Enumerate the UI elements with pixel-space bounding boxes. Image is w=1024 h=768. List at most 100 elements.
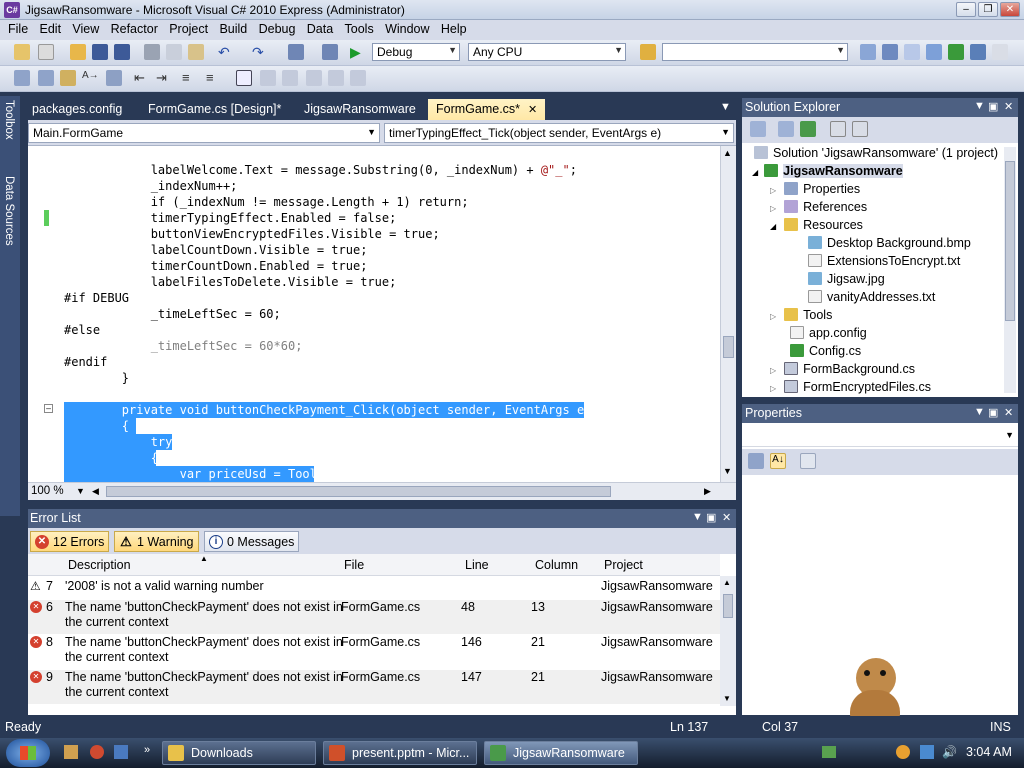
tab-packages-config[interactable]: packages.config	[24, 99, 130, 120]
pin-icon[interactable]: ▣	[988, 406, 998, 419]
warnings-filter-button[interactable]: ⚠ 1 Warning	[114, 531, 199, 552]
parameter-info-icon[interactable]	[38, 70, 54, 86]
tree-item-file[interactable]: ▷ FormBackground.cs	[770, 361, 915, 379]
taskbar-clock[interactable]: 3:04 AM	[966, 745, 1012, 759]
close-icon[interactable]: ✕	[722, 511, 731, 524]
scroll-down-icon[interactable]: ▼	[723, 694, 731, 703]
collapsed-arrow-icon[interactable]: ▷	[770, 204, 776, 213]
column-header-project[interactable]: Project	[604, 558, 643, 572]
tree-item-file[interactable]: Jigsaw.jpg	[808, 271, 885, 287]
cut-icon[interactable]	[144, 44, 160, 60]
tray-search-icon[interactable]	[896, 745, 910, 759]
tree-item-file[interactable]: vanityAddresses.txt	[808, 289, 935, 305]
tree-item-file[interactable]: Desktop Background.bmp	[808, 235, 971, 251]
next-bookmark-icon[interactable]	[282, 70, 298, 86]
extension-manager-icon[interactable]	[970, 44, 986, 60]
add-item-icon[interactable]	[38, 44, 54, 60]
tree-scrollbar[interactable]	[1004, 147, 1016, 393]
complete-word-icon[interactable]: A→	[82, 70, 99, 86]
save-all-icon[interactable]	[114, 44, 130, 60]
horizontal-scroll-thumb[interactable]	[106, 486, 611, 497]
comment-out-icon[interactable]: ≡	[182, 70, 198, 86]
find-in-files-icon[interactable]	[640, 44, 656, 60]
tree-item-file[interactable]: Config.cs	[790, 343, 861, 359]
restore-button[interactable]: ❐	[978, 2, 998, 17]
menu-data[interactable]: Data	[307, 20, 333, 36]
object-browser-icon[interactable]	[904, 44, 920, 60]
panel-menu-icon[interactable]: ▼	[974, 100, 985, 112]
paste-icon[interactable]	[188, 44, 204, 60]
chevron-down-icon[interactable]: ▼	[76, 486, 85, 496]
menu-debug[interactable]: Debug	[259, 20, 296, 36]
column-header-column[interactable]: Column	[535, 558, 578, 572]
member-dropdown[interactable]: timerTypingEffect_Tick(object sender, Ev…	[384, 123, 734, 143]
scroll-thumb[interactable]	[723, 336, 734, 358]
tray-volume-icon[interactable]: 🔊	[942, 745, 957, 759]
tab-formgame-design[interactable]: FormGame.cs [Design]*	[140, 99, 289, 120]
previous-bookmark-folder-icon[interactable]	[306, 70, 322, 86]
scroll-down-icon[interactable]: ▼	[723, 466, 732, 476]
taskbar-item-visual-studio[interactable]: JigsawRansomware ...	[484, 741, 638, 768]
tree-item-references[interactable]: ▷ References	[770, 199, 867, 217]
decrease-indent-icon[interactable]: ⇤	[134, 70, 150, 86]
menu-file[interactable]: File	[8, 20, 28, 36]
browser-quicklaunch-icon[interactable]	[90, 745, 104, 759]
object-selector[interactable]: ▼	[742, 425, 1018, 447]
categorized-icon[interactable]	[748, 453, 764, 469]
solution-explorer-icon[interactable]	[860, 44, 876, 60]
properties-window-icon[interactable]	[882, 44, 898, 60]
column-header-description[interactable]: Description	[68, 558, 131, 572]
errors-filter-button[interactable]: ✕ 12 Errors	[30, 531, 110, 552]
tray-app-icon[interactable]	[822, 746, 836, 758]
menu-tools[interactable]: Tools	[345, 20, 374, 36]
tree-item-solution[interactable]: Solution 'JigsawRansomware' (1 project)	[754, 145, 998, 161]
messages-filter-button[interactable]: i 0 Messages	[204, 531, 300, 552]
toolbox-tab[interactable]: Toolbox	[3, 100, 15, 140]
toolbox-icon[interactable]	[926, 44, 942, 60]
scroll-left-icon[interactable]: ◀	[92, 486, 99, 497]
close-icon[interactable]: ✕	[1004, 406, 1013, 419]
open-icon[interactable]	[70, 44, 86, 60]
show-all-files-icon[interactable]	[778, 121, 794, 137]
toggle-bookmark-icon[interactable]	[106, 70, 122, 86]
explorer-quicklaunch-icon[interactable]	[64, 745, 78, 759]
column-header-line[interactable]: Line	[465, 558, 489, 572]
redo-icon[interactable]: ↷	[252, 44, 268, 60]
tab-overflow-icon[interactable]: ▼	[720, 101, 731, 113]
tree-item-file[interactable]: app.config	[790, 325, 867, 341]
options-icon[interactable]	[992, 44, 1008, 60]
start-page-icon[interactable]	[948, 44, 964, 60]
close-button[interactable]: ✕	[1000, 2, 1020, 17]
next-bookmark-folder-icon[interactable]	[328, 70, 344, 86]
previous-bookmark-icon[interactable]	[260, 70, 276, 86]
uncomment-icon[interactable]: ≡	[206, 70, 222, 86]
menu-refactor[interactable]: Refactor	[111, 20, 158, 36]
tree-item-project[interactable]: ◢ JigsawRansomware	[752, 163, 903, 181]
navigate-forward-icon[interactable]	[322, 44, 338, 60]
view-designer-icon[interactable]	[852, 121, 868, 137]
scroll-thumb[interactable]	[1005, 161, 1015, 321]
increase-indent-icon[interactable]: ⇥	[156, 70, 172, 86]
menu-view[interactable]: View	[72, 20, 99, 36]
collapsed-arrow-icon[interactable]: ▷	[770, 366, 776, 375]
navigate-backward-icon[interactable]	[288, 44, 304, 60]
start-debugging-icon[interactable]: ▶	[350, 44, 366, 60]
refresh-icon[interactable]	[800, 121, 816, 137]
scroll-up-icon[interactable]: ▲	[723, 578, 731, 587]
error-row[interactable]: ✕ 9 The name 'buttonCheckPayment' does n…	[28, 670, 720, 704]
properties-icon[interactable]	[750, 121, 766, 137]
view-code-icon[interactable]	[830, 121, 846, 137]
platform-select[interactable]: Any CPU ▼	[468, 43, 626, 61]
copy-icon[interactable]	[166, 44, 182, 60]
tab-formgame-cs[interactable]: FormGame.cs* ✕	[428, 99, 546, 120]
editor-vertical-scrollbar[interactable]: ▲ ▼	[720, 146, 736, 482]
tree-item-file[interactable]: ExtensionsToEncrypt.txt	[808, 253, 960, 269]
code-editor[interactable]: labelWelcome.Text = message.Substring(0,…	[28, 146, 720, 482]
class-dropdown[interactable]: Main.FormGame ▼	[28, 123, 380, 143]
menu-project[interactable]: Project	[169, 20, 208, 36]
tab-jigsawransomware[interactable]: JigsawRansomware	[296, 99, 424, 120]
pin-icon[interactable]: ▣	[706, 511, 716, 524]
close-icon[interactable]: ✕	[1004, 100, 1013, 113]
scroll-right-icon[interactable]: ▶	[704, 486, 711, 497]
collapse-region-icon[interactable]: –	[44, 404, 53, 413]
